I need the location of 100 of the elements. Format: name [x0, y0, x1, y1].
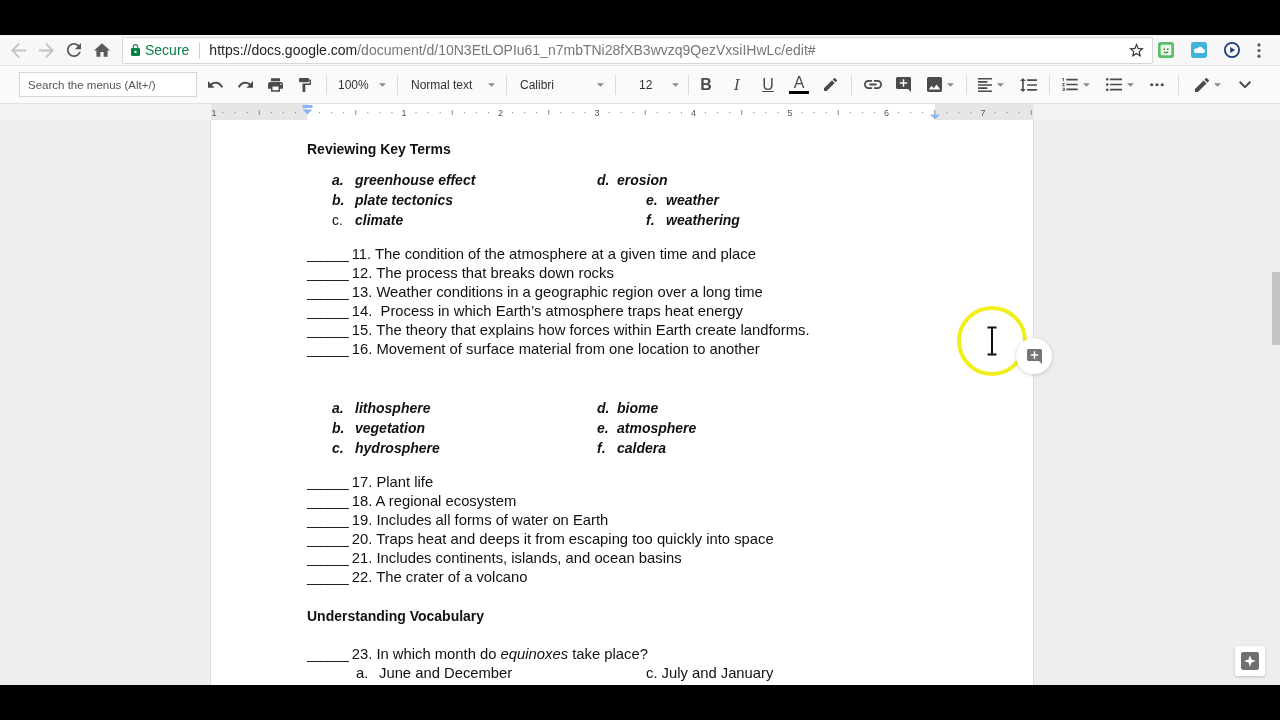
term-label: plate tectonics — [355, 190, 454, 210]
home-icon — [94, 43, 110, 57]
option-letter: e. — [597, 418, 610, 438]
question-text: 17. Plant life — [351, 473, 434, 492]
question-text: 11. The condition of the atmosphere at a given time and place — [351, 245, 756, 264]
term-label: climate — [355, 210, 404, 230]
term-label: vegetation — [355, 418, 425, 438]
option-letter: f. — [646, 210, 656, 230]
smiley-tile-icon[interactable] — [1158, 42, 1174, 58]
lock-icon — [131, 44, 140, 56]
ruler-number: 1 — [401, 107, 407, 118]
answer-option: July and January — [661, 664, 774, 683]
term-label: hydrosphere — [355, 438, 440, 458]
answer-option: June and December — [379, 664, 513, 683]
fill-in-line: ______ — [307, 568, 348, 587]
option-letter: e. — [646, 190, 659, 210]
term-label: greenhouse effect — [355, 170, 476, 190]
scrollbar-thumb[interactable] — [1272, 272, 1280, 345]
indent-marker-icon[interactable] — [302, 105, 313, 115]
question-text: 19. Includes all forms of water on Earth — [351, 511, 609, 530]
option-letter: b. — [332, 190, 346, 210]
fill-in-line: ______ — [307, 549, 348, 568]
term-label: atmosphere — [617, 418, 697, 438]
underline-button[interactable]: U — [754, 70, 782, 99]
fill-in-line: ______ — [307, 321, 348, 340]
fill-in-line: ______ — [307, 264, 348, 283]
caret-icon — [1083, 82, 1090, 87]
term-label: lithosphere — [355, 398, 431, 418]
option-letter: a. — [332, 170, 345, 190]
option-letter: d. — [597, 398, 611, 418]
question-text: 12. The process that breaks down rocks — [351, 264, 614, 283]
bold-button[interactable]: B — [692, 70, 720, 99]
question-text: 21. Includes continents, islands, and ocean basins — [351, 549, 682, 568]
forward-arrow-icon — [38, 42, 54, 58]
option-letter: d. — [597, 170, 611, 190]
undo-icon — [207, 81, 223, 88]
section-heading: Understanding Vocabulary — [307, 607, 485, 626]
fill-in-line: ______ — [307, 302, 348, 321]
ruler-number: 7 — [980, 107, 986, 118]
cloud-tile-icon[interactable] — [1191, 42, 1207, 58]
term-label: caldera — [617, 438, 667, 458]
redo-icon — [237, 81, 253, 88]
text-color-button[interactable]: A — [785, 70, 813, 99]
explore-button[interactable] — [1235, 646, 1265, 676]
address-bar[interactable]: Secure https://docs.google.com/document/d/10N3EtLOPIu61_n7mbTNi28fXB3wvzq9QezVxsiIHwLc/edit# — [122, 36, 1153, 64]
font-dropdown[interactable]: Calibri — [514, 70, 610, 99]
search-field[interactable]: Search the menus (Alt+/) — [19, 72, 197, 97]
question-text: 18. A regional ecosystem — [351, 492, 517, 511]
fill-in-line: ______ — [307, 645, 348, 664]
pencil-icon — [823, 78, 837, 91]
comment-plus-icon — [895, 77, 911, 92]
paragraph-style-dropdown[interactable]: Normal text — [405, 70, 501, 99]
zoom-dropdown[interactable]: 100% — [334, 70, 392, 99]
image-icon — [926, 77, 942, 92]
option-letter: b. — [332, 418, 346, 438]
ruler-number: 2 — [498, 107, 503, 118]
font-size-dropdown[interactable]: 12 — [623, 70, 685, 99]
link-icon — [864, 80, 882, 89]
url-text: https://docs.google.com/document/d/10N3EtLOPIu61_n7mbTNi28fXB3wvzq9QezVxsiIHwLc/edit# — [209, 42, 816, 58]
option-letter: c. — [646, 664, 658, 683]
reload-icon — [67, 43, 81, 57]
option-letter: f. — [597, 438, 607, 458]
ruler-number: 1 — [211, 107, 217, 118]
text-cursor-icon — [956, 305, 1028, 377]
caret-icon — [1127, 82, 1134, 87]
add-comment-button[interactable] — [1016, 338, 1052, 374]
italic-button[interactable]: I — [723, 70, 751, 99]
star-icon[interactable] — [1129, 43, 1144, 57]
security-label: Secure — [145, 42, 190, 58]
ruler-number: 3 — [594, 107, 600, 118]
question-text: 14. Process in which Earth’s atmosphere traps heat energy — [351, 302, 743, 321]
menu-icon[interactable] — [1257, 42, 1261, 58]
align-left-icon — [978, 77, 992, 92]
paint-roller-icon — [299, 77, 311, 92]
chevron-down-icon — [1239, 80, 1251, 89]
fill-in-line: ______ — [307, 245, 348, 264]
question-text: 13. Weather conditions in a geographic region over a long time — [351, 283, 763, 302]
term-label: weathering — [666, 210, 740, 230]
pencil-icon — [1195, 77, 1209, 92]
star-tile-icon — [1241, 652, 1259, 670]
back-arrow-icon — [10, 42, 26, 58]
option-letter: c. — [332, 438, 345, 458]
fill-in-line: ______ — [307, 473, 348, 492]
option-letter: c. — [332, 210, 344, 230]
fill-in-line: ______ — [307, 492, 348, 511]
comment-plus-icon — [1026, 348, 1042, 364]
ruler-number: 5 — [787, 107, 793, 118]
fill-in-line: ______ — [307, 511, 348, 530]
caret-icon — [379, 82, 386, 87]
play-circle-icon[interactable] — [1224, 42, 1240, 58]
caret-icon — [1214, 82, 1221, 87]
caret-icon — [946, 82, 954, 87]
ruler-number: 4 — [691, 107, 696, 118]
option-letter: a. — [332, 398, 345, 418]
question-text: 16. Movement of surface material from one location to another — [351, 340, 760, 359]
term-label: weather — [666, 190, 719, 210]
caret-icon — [597, 82, 604, 87]
term-label: erosion — [617, 170, 668, 190]
ruler-number: 6 — [884, 107, 889, 118]
section-heading: Reviewing Key Terms — [307, 140, 451, 159]
